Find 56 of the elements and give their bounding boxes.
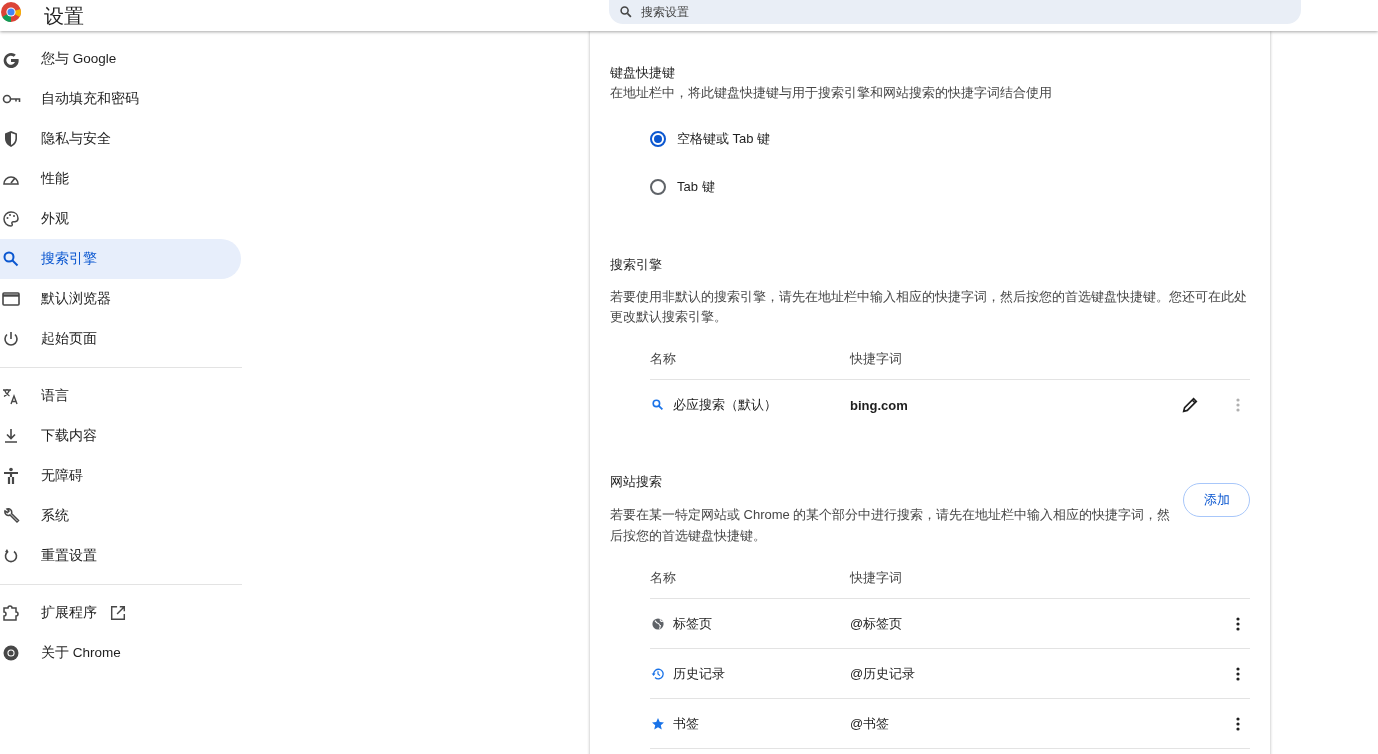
engine-name: 标签页 [673,614,712,633]
section-title: 搜索引擎 [610,256,663,274]
shortcut-keyword: @书签 [850,714,891,733]
column-header: 名称 [650,568,677,587]
sidebar-item[interactable]: 搜索引擎 [0,239,241,279]
power-icon [1,329,21,349]
engine-name: 书签 [673,714,699,733]
sidebar-item[interactable]: 起始页面 [0,319,241,359]
engine-name: 历史记录 [673,664,725,683]
sidebar-item[interactable]: 性能 [0,159,241,199]
sidebar-item[interactable]: 系统 [0,496,241,536]
radio-option[interactable]: 空格键或 Tab 键 [650,115,1250,163]
engine-name: 必应搜索（默认） [673,396,777,414]
radio-option[interactable]: Tab 键 [650,163,1250,211]
more-vert-icon [1236,616,1240,631]
shortcut-keyword: bing.com [850,397,909,413]
column-header: 名称 [650,349,677,368]
column-header: 快捷字词 [850,568,903,587]
sidebar-item[interactable]: 扩展程序 [0,593,241,633]
section-description: 在地址栏中，将此键盘快捷键与用于搜索引擎和网站搜索的快捷字词结合使用 [610,84,1053,102]
add-button[interactable]: 添加 [1183,483,1250,517]
sidebar-item[interactable]: 无障碍 [0,456,241,496]
shortcut-keyword: @历史记录 [850,664,917,683]
shortcut-keyword: @标签页 [850,614,904,633]
sidebar-item[interactable]: 隐私与安全 [0,119,241,159]
radio-button[interactable] [650,179,666,195]
sidebar-item[interactable]: 关于 Chrome [0,633,241,673]
globe-icon [650,615,666,632]
sidebar-item[interactable]: 默认浏览器 [0,279,241,319]
section-title: 网站搜索 [610,473,663,491]
sidebar-item[interactable]: 自动填充和密码 [0,79,241,119]
section-title: 键盘快捷键 [610,64,676,82]
search-icon [619,5,633,19]
more-vert-icon [1236,398,1240,412]
section-description: 若要使用非默认的搜索引擎，请先在地址栏中输入相应的快捷字词，然后按您的首选键盘快捷键。您还可在此处更改默认搜索引擎。 [610,288,1248,326]
wrench-icon [1,506,21,526]
translate-icon [1,386,21,406]
page-title: 设置 [44,4,84,29]
search-icon [1,249,21,269]
palette-icon [1,209,21,229]
sidebar-item[interactable]: 重置设置 [0,536,241,576]
browser-window-icon [1,289,21,309]
search-icon [650,397,666,413]
sidebar-item[interactable]: 您与 Google [0,39,241,79]
more-vert-icon [1236,666,1240,681]
radio-button[interactable] [650,131,666,147]
sidebar-item[interactable]: 外观 [0,199,241,239]
sidebar-item[interactable]: 下载内容 [0,416,241,456]
pencil-icon [1181,396,1199,414]
accessibility-icon [1,466,21,486]
column-header: 快捷字词 [850,349,903,368]
section-description: 若要在某一特定网站或 Chrome 的某个部分中进行搜索，请先在地址栏中输入相应的快捷字词，然后按您的首选键盘快捷键。 [610,506,1172,545]
more-vert-icon [1236,716,1240,731]
search-field[interactable]: 搜索设置 [609,0,1301,24]
sidebar-item[interactable]: 语言 [0,376,241,416]
puzzle-icon [1,603,21,623]
